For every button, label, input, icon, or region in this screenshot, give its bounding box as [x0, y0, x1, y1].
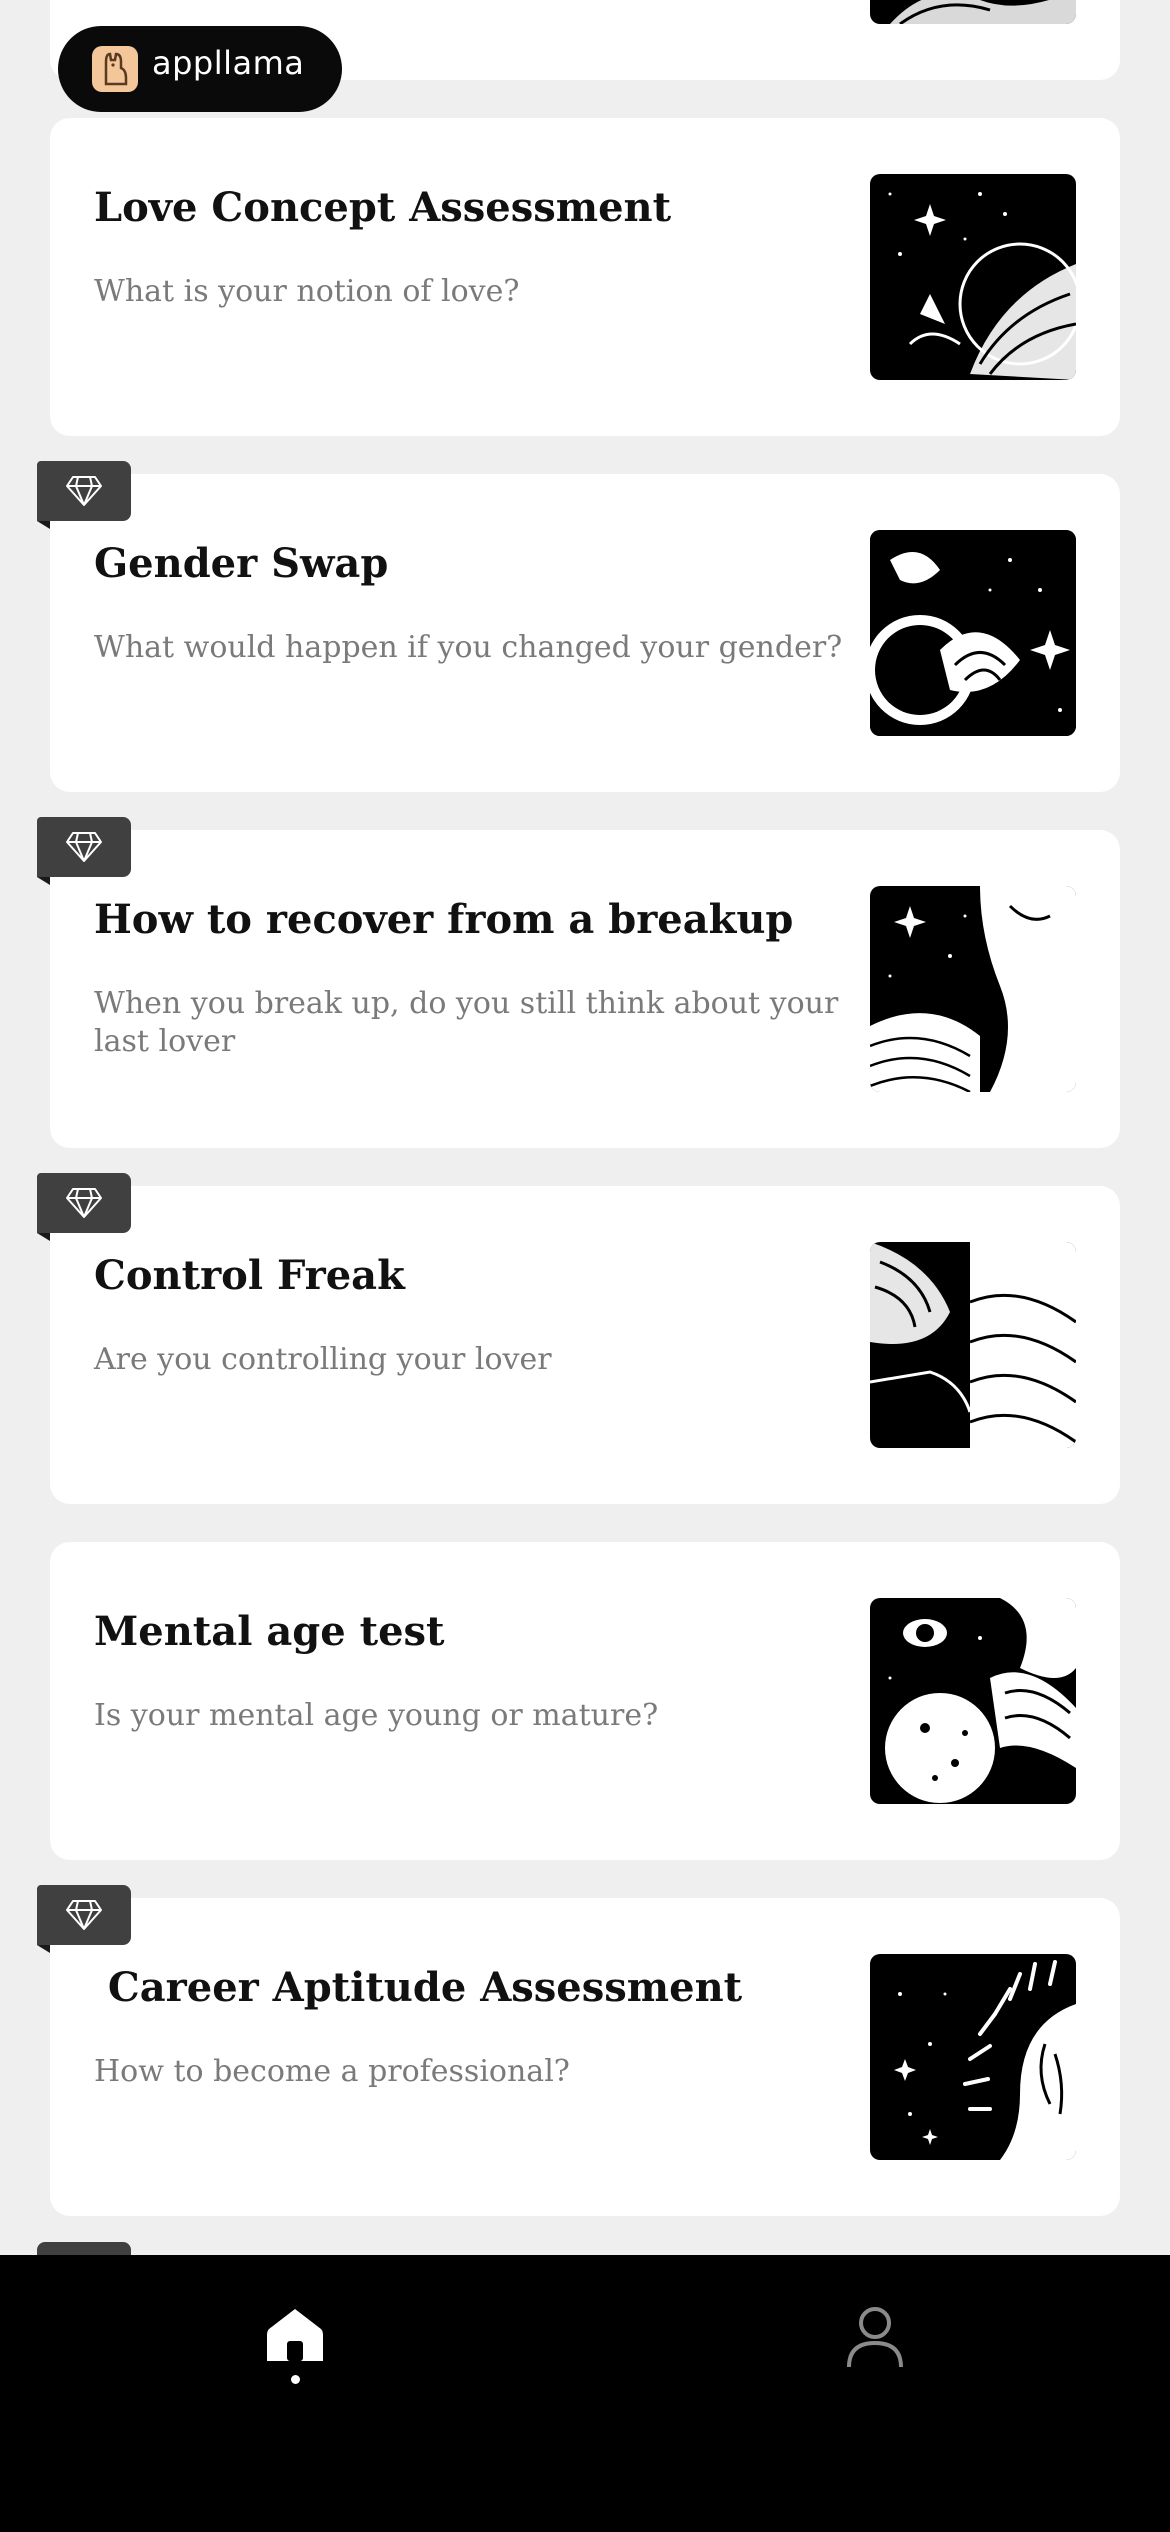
tab-profile[interactable]: [815, 2295, 935, 2415]
card-title: Control Freak: [94, 1252, 405, 1299]
premium-badge: [37, 1885, 131, 1953]
brand-badge[interactable]: appllama: [58, 26, 342, 112]
card-thumbnail: [870, 1242, 1076, 1448]
card-subtitle: Are you controlling your lover: [94, 1342, 552, 1377]
brand-name: appllama: [152, 44, 305, 82]
card-subtitle: When you break up, do you still think ab…: [94, 986, 839, 1059]
card-title: Mental age test: [94, 1608, 445, 1655]
quiz-card[interactable]: How to recover from a breakup When you b…: [37, 817, 1120, 1148]
card-subtitle: What would happen if you changed your ge…: [94, 630, 843, 665]
quiz-card[interactable]: Control Freak Are you controlling your l…: [37, 1173, 1120, 1504]
quiz-list-screen: appllama Love Concept Assessment What is…: [0, 0, 1170, 2532]
card-thumbnail: [870, 1954, 1076, 2160]
card-thumbnail: [870, 1598, 1076, 1804]
premium-badge: [37, 817, 131, 885]
card-title: How to recover from a breakup: [94, 896, 794, 943]
card-thumbnail: [870, 886, 1076, 1092]
diamond-icon: [66, 1900, 102, 1930]
card-subtitle: What is your notion of love?: [94, 274, 520, 309]
person-icon: [847, 2307, 903, 2368]
premium-badge: [37, 461, 131, 529]
card-thumbnail: [870, 0, 1076, 24]
card-subtitle: Is your mental age young or mature?: [94, 1698, 659, 1733]
quiz-card[interactable]: Mental age test Is your mental age young…: [50, 1542, 1120, 1860]
home-icon: [267, 2309, 323, 2361]
premium-badge-partial: [37, 2242, 131, 2256]
card-title: Love Concept Assessment: [94, 184, 672, 231]
active-tab-indicator: [291, 2375, 300, 2384]
quiz-card[interactable]: Career Aptitude Assessment How to become…: [37, 1885, 1120, 2216]
card-subtitle: How to become a professional?: [94, 2054, 570, 2089]
quiz-card[interactable]: Gender Swap What would happen if you cha…: [37, 461, 1120, 792]
premium-badge: [37, 1173, 131, 1241]
diamond-icon: [66, 476, 102, 506]
quiz-card[interactable]: Love Concept Assessment What is your not…: [50, 118, 1120, 436]
diamond-icon: [66, 832, 102, 862]
diamond-icon: [66, 1188, 102, 1218]
tab-home[interactable]: [235, 2295, 355, 2415]
card-thumbnail: [870, 530, 1076, 736]
card-title: Gender Swap: [94, 540, 389, 587]
card-thumbnail: [870, 174, 1076, 380]
llama-icon: [92, 46, 138, 92]
bottom-tab-bar: [0, 2255, 1170, 2532]
card-title: Career Aptitude Assessment: [94, 1964, 743, 2011]
